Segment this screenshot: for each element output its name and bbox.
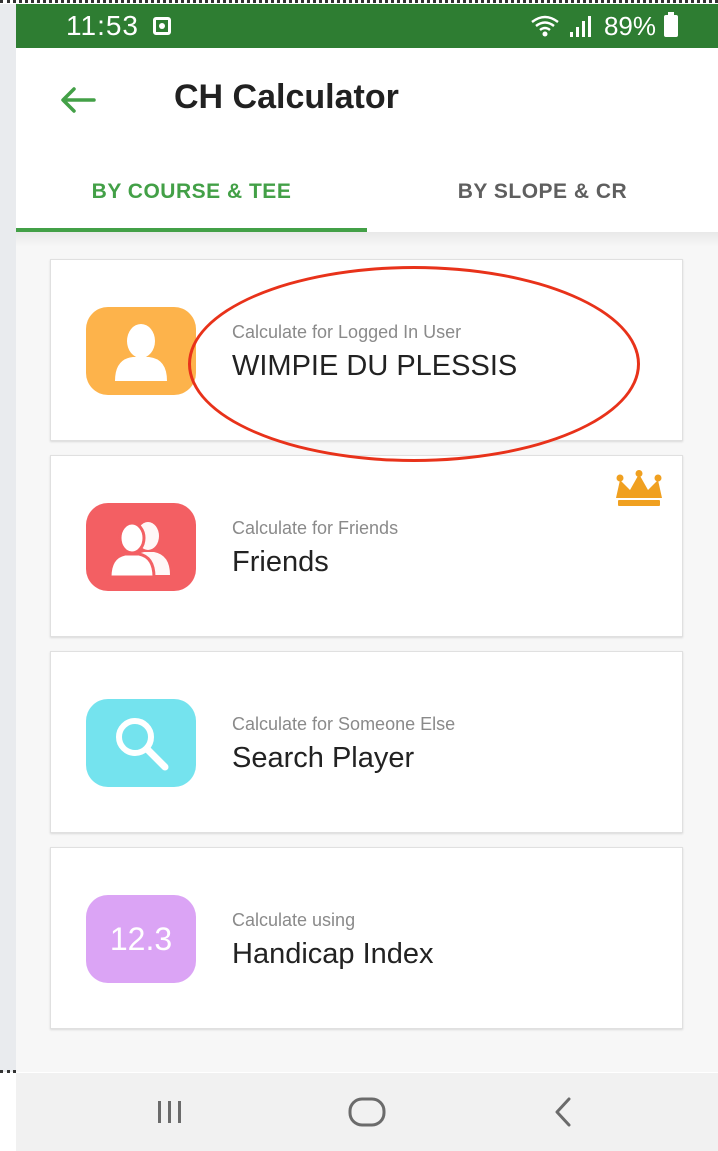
tab-by-course-and-tee[interactable]: BY COURSE & TEE bbox=[16, 152, 367, 232]
back-arrow-icon bbox=[61, 87, 96, 113]
handicap-index-icon-text: 12.3 bbox=[109, 920, 173, 957]
card-title: Friends bbox=[232, 546, 329, 578]
photo-notification-icon bbox=[153, 17, 171, 35]
tab-bar-shadow bbox=[16, 232, 718, 246]
card-subtitle: Calculate for Friends bbox=[232, 518, 399, 538]
screenshot-border-bottom bbox=[0, 1070, 16, 1073]
left-gutter bbox=[0, 4, 17, 1072]
battery-percentage: 89% bbox=[603, 10, 656, 41]
tab-label: BY SLOPE & CR bbox=[457, 180, 628, 203]
friends-icon bbox=[86, 503, 196, 591]
card-subtitle: Calculate for Logged In User bbox=[232, 322, 462, 342]
back-arrow-button[interactable] bbox=[56, 78, 100, 122]
user-icon bbox=[86, 307, 196, 395]
card-title: WIMPIE DU PLESSIS bbox=[232, 350, 518, 382]
system-nav-bar bbox=[16, 1073, 718, 1151]
handicap-index-icon: 12.3 bbox=[86, 895, 196, 983]
recent-apps-button[interactable] bbox=[140, 1087, 200, 1137]
content-area: Calculate for Logged In User WIMPIE DU P… bbox=[16, 246, 718, 1072]
card-handicap-index[interactable]: 12.3 Calculate using Handicap Index bbox=[50, 847, 683, 1029]
back-icon bbox=[555, 1097, 571, 1127]
signal-icon bbox=[569, 16, 591, 37]
status-time: 11:53 bbox=[66, 10, 139, 41]
card-title: Search Player bbox=[232, 742, 415, 774]
back-button[interactable] bbox=[534, 1087, 594, 1137]
card-friends[interactable]: Calculate for Friends Friends bbox=[50, 455, 683, 637]
wifi-icon bbox=[531, 15, 559, 37]
card-logged-in-user[interactable]: Calculate for Logged In User WIMPIE DU P… bbox=[50, 259, 683, 441]
card-subtitle: Calculate using bbox=[232, 910, 356, 930]
page-title: CH Calculator bbox=[174, 78, 399, 116]
status-indicators: 89% bbox=[530, 11, 678, 42]
card-subtitle: Calculate for Someone Else bbox=[232, 714, 456, 734]
battery-icon bbox=[664, 12, 678, 37]
home-icon bbox=[348, 1097, 386, 1127]
recent-apps-icon bbox=[157, 1101, 181, 1123]
tab-by-slope-and-cr[interactable]: BY SLOPE & CR bbox=[367, 152, 718, 232]
search-icon bbox=[86, 699, 196, 787]
tab-bar: BY COURSE & TEE BY SLOPE & CR bbox=[16, 152, 718, 232]
app-bar: CH Calculator bbox=[16, 48, 718, 152]
crown-icon bbox=[612, 470, 666, 513]
status-bar: 11:53 89% bbox=[16, 4, 718, 48]
home-button[interactable] bbox=[337, 1087, 397, 1137]
card-search-player[interactable]: Calculate for Someone Else Search Player bbox=[50, 651, 683, 833]
card-title: Handicap Index bbox=[232, 938, 434, 970]
tab-label: BY COURSE & TEE bbox=[91, 180, 292, 203]
